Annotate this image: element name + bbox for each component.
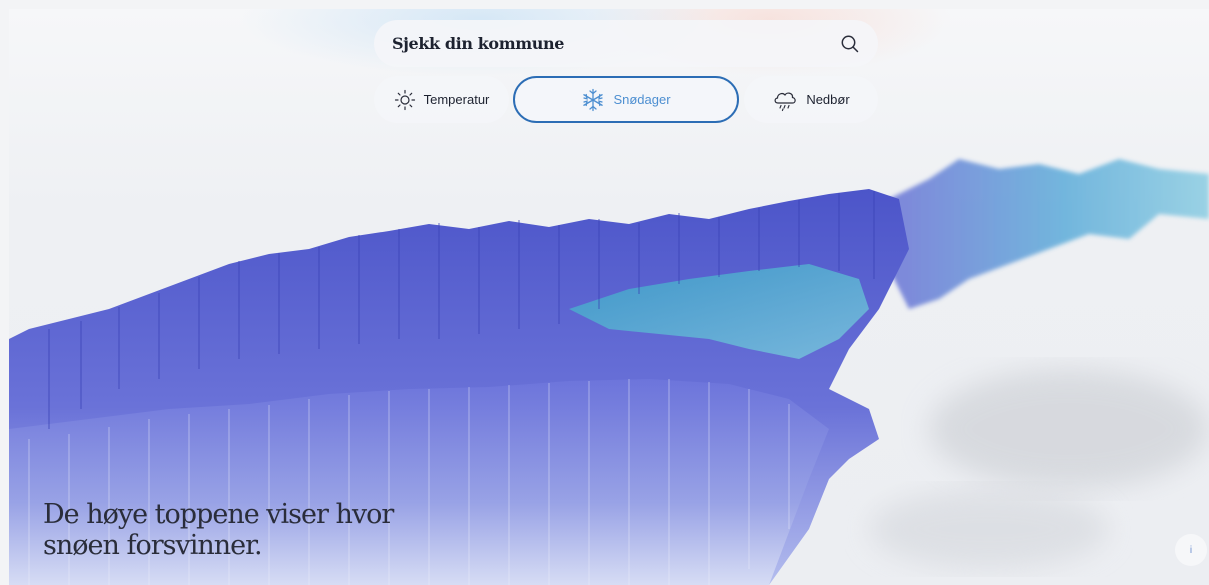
tab-temperatur[interactable]: Temperatur <box>374 76 509 123</box>
sun-icon <box>394 89 415 110</box>
tab-nedbor-label: Nedbør <box>806 92 850 107</box>
search-label: Sjekk din kommune <box>392 34 564 53</box>
tab-nedbor[interactable]: Nedbør <box>744 76 878 123</box>
caption-line-1: De høye toppene viser hvor <box>43 499 394 530</box>
search-bar[interactable]: Sjekk din kommune <box>374 20 878 67</box>
tab-snodager-label: Snødager <box>613 92 671 107</box>
info-button[interactable]: i <box>1175 534 1207 566</box>
rain-cloud-icon <box>774 91 797 111</box>
map-stage[interactable]: Sjekk din kommune Temperatur Snødager Ne… <box>9 9 1209 585</box>
tab-snodager[interactable]: Snødager <box>513 76 739 123</box>
tab-temperatur-label: Temperatur <box>423 92 490 107</box>
caption: De høye toppene viser hvor snøen forsvin… <box>43 499 403 561</box>
caption-line-2: snøen forsvinner. <box>43 530 263 561</box>
search-icon[interactable] <box>840 34 860 54</box>
snowflake-icon <box>583 88 604 111</box>
